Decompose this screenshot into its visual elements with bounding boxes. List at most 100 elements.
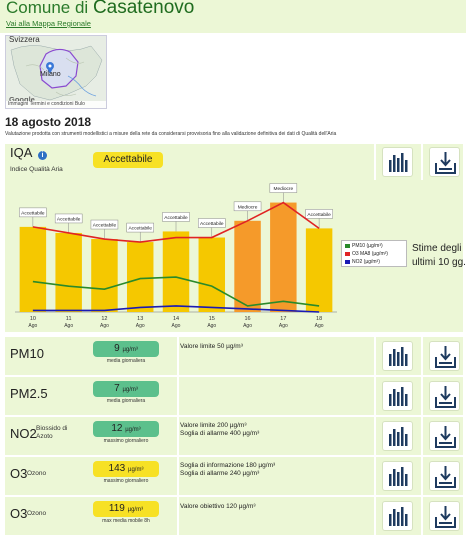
estimate-note: Stime degli ultimi 10 gg. (412, 243, 466, 268)
iqa-row: IQA i Indice Qualità Aria Accettabile (5, 144, 463, 180)
map-city-label: Milano (40, 71, 61, 78)
x-tick-day: 15 (209, 316, 215, 322)
value-caption: max media mobile 8h (102, 518, 150, 524)
value-caption: massimo giornaliero (103, 478, 149, 484)
x-tick-day: 14 (173, 316, 179, 322)
pollutant-value: 119 (108, 503, 125, 514)
chart-button[interactable] (382, 341, 413, 371)
iqa-label: IQA (10, 145, 33, 160)
chart-bar (19, 226, 47, 312)
location-map[interactable]: Svizzera Milano Google Immagini Termini … (5, 35, 107, 109)
value-badge: 7 µg/m³ (93, 381, 159, 397)
limit-text-1: Valore obiettivo 120 µg/m³ (180, 503, 256, 510)
unit-label: µg/m³ (122, 387, 138, 393)
iqa-badge: Accettabile (93, 152, 163, 168)
pollutant-value: 7 (114, 383, 120, 394)
x-tick-month: Ago (243, 323, 252, 329)
chart-button[interactable] (382, 461, 413, 491)
bar-label: Accettabile (307, 212, 331, 218)
limit-text-2: Soglia di allarme 240 µg/m³ (180, 470, 260, 477)
chart-button[interactable] (382, 381, 413, 411)
divider (421, 144, 423, 180)
chart-bar (270, 202, 297, 312)
download-button[interactable] (429, 147, 460, 177)
divider (374, 337, 376, 375)
value-badge: 9 µg/m³ (93, 341, 159, 357)
bar-chart-icon (389, 467, 408, 486)
iqa-sublabel: Indice Qualità Aria (10, 166, 63, 173)
x-tick-month: Ago (64, 323, 73, 329)
x-tick-month: Ago (172, 323, 181, 329)
x-tick-month: Ago (207, 323, 216, 329)
value-badge: 12 µg/m³ (93, 421, 159, 437)
download-button[interactable] (429, 461, 460, 491)
bar-label: Accettabile (93, 223, 117, 229)
pollutant-row: PM2.5 7 µg/m³ media giornaliera (5, 377, 463, 415)
chart-bar (198, 237, 226, 312)
download-tray-icon (435, 346, 456, 368)
download-button[interactable] (429, 501, 460, 531)
value-caption: media giornaliera (106, 358, 146, 364)
bar-chart-icon (389, 507, 408, 526)
divider (421, 457, 423, 495)
regional-map-link[interactable]: Vai alla Mappa Regionale (6, 19, 91, 28)
chart-bar (126, 242, 154, 312)
chart-bar (305, 228, 333, 312)
unit-label: µg/m³ (125, 427, 141, 433)
chart-button[interactable] (382, 147, 413, 177)
legend-item-no2: NO2 (µg/m³) (345, 259, 380, 265)
x-tick-day: 10 (30, 316, 36, 322)
bar-label: Mediocre (238, 204, 258, 210)
bar-chart-icon (389, 387, 408, 406)
divider (374, 457, 376, 495)
chart-bar (91, 239, 118, 312)
divider (374, 497, 376, 535)
download-button[interactable] (429, 421, 460, 451)
chart-bar (162, 231, 190, 312)
pollutant-name: O3 (10, 506, 28, 521)
limit-text-2: Soglia di allarme 400 µg/m³ (180, 430, 260, 437)
chart-bar (234, 220, 261, 312)
chart-legend: PM10 (µg/m³) O3 MA8 (µg/m³) NO2 (µg/m³) (341, 240, 407, 267)
chart-button[interactable] (382, 501, 413, 531)
chart-bar (55, 232, 82, 312)
divider (177, 337, 179, 375)
disclaimer-text: Valutazione prodotta con strumenti model… (5, 131, 337, 137)
divider (421, 377, 423, 415)
map-footer[interactable]: Immagini Termini e condizioni Bulo (6, 101, 106, 108)
page-header: Comune di Casatenovo Vai alla Mappa Regi… (0, 0, 466, 33)
limit-text-1: Valore limite 200 µg/m³ (180, 422, 247, 429)
download-button[interactable] (429, 381, 460, 411)
pollutant-name: PM10 (10, 346, 44, 361)
unit-label: µg/m³ (127, 507, 144, 513)
x-tick-day: 18 (316, 316, 322, 322)
bar-label: Accettabile (200, 221, 224, 227)
report-date: 18 agosto 2018 (5, 115, 92, 129)
chart-button[interactable] (382, 421, 413, 451)
divider (421, 497, 423, 535)
download-tray-icon (435, 506, 456, 528)
bar-chart-icon (389, 347, 408, 366)
download-button[interactable] (429, 341, 460, 371)
pollutant-value: 9 (114, 343, 120, 354)
info-icon[interactable]: i (38, 151, 47, 160)
x-tick-day: 12 (101, 316, 107, 322)
pollutant-value: 12 (111, 423, 123, 434)
x-tick-month: Ago (28, 323, 37, 329)
download-tray-icon (435, 152, 456, 174)
x-tick-day: 13 (137, 316, 143, 322)
divider (177, 377, 179, 415)
divider (177, 457, 179, 495)
x-tick-day: 11 (66, 316, 72, 322)
legend-item-o3: O3 MA8 (µg/m³) (345, 251, 388, 257)
x-tick-day: 17 (280, 316, 286, 322)
pollutant-row: PM10 9 µg/m³ media giornaliera Valore li… (5, 337, 463, 375)
bar-label: Accettabile (57, 216, 81, 222)
divider (374, 377, 376, 415)
divider (374, 144, 376, 180)
page-title: Comune di Casatenovo (6, 0, 195, 18)
x-tick-month: Ago (136, 323, 145, 329)
iqa-chart-panel: Accettabile 10 Ago Accettabile 11 Ago Accettab… (5, 180, 466, 332)
pollutant-name: NO2 (10, 426, 37, 441)
map-country-label: Svizzera (9, 35, 40, 44)
